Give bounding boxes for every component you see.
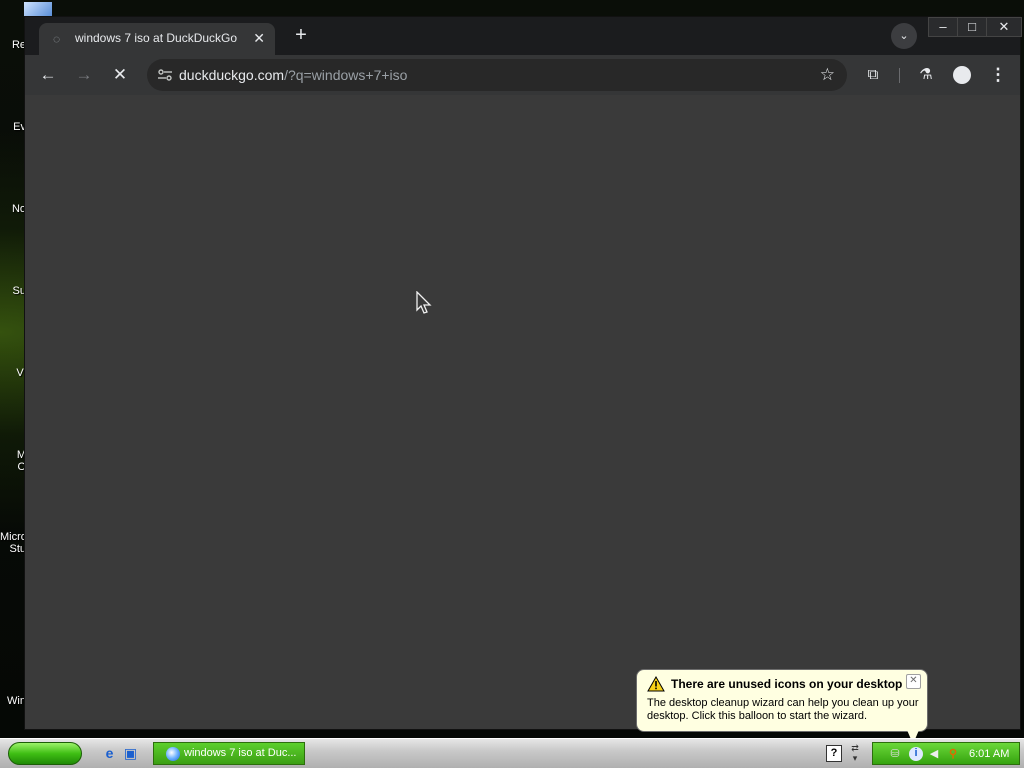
profile-avatar-icon — [953, 66, 971, 84]
address-bar[interactable]: duckduckgo.com/?q=windows+7+iso ☆ — [147, 59, 847, 91]
desktop-icon-label[interactable]: Stu — [0, 543, 26, 555]
desktop-icon-label[interactable]: Ev — [0, 121, 26, 133]
language-bar-icon[interactable]: ⇄ ▾ — [849, 743, 861, 763]
balloon-body: The desktop cleanup wizard can help you … — [647, 697, 919, 722]
tab-title: windows 7 iso at DuckDuckGo — [75, 31, 238, 45]
browser-toolbar: ← → ✕ duckduckgo.com/?q=windows+7+iso ☆ … — [25, 55, 1020, 95]
menu-kebab-icon[interactable]: ⋮ — [986, 63, 1010, 87]
internet-explorer-icon[interactable]: e — [101, 745, 118, 762]
url-host: duckduckgo.com — [179, 67, 285, 83]
close-window-button[interactable]: ✕ — [986, 17, 1022, 37]
new-tab-button[interactable]: + — [290, 25, 312, 47]
warning-icon — [647, 676, 665, 692]
labs-flask-icon[interactable]: ⚗ — [914, 63, 938, 87]
url-path: /?q=windows+7+iso — [284, 67, 408, 83]
recycle-bin-icon[interactable] — [24, 2, 52, 16]
url-text[interactable]: duckduckgo.com/?q=windows+7+iso — [179, 67, 407, 83]
show-desktop-icon[interactable]: ▣ — [122, 745, 139, 762]
help-icon[interactable]: ? — [826, 745, 842, 762]
search-icon[interactable]: ⚲ — [947, 748, 959, 760]
taskbar: e ▣ windows 7 iso at Duc... ? ⇄ ▾ ⛁ i ◀ ⚲… — [0, 738, 1024, 768]
desktop-icon-label[interactable]: Win — [0, 695, 26, 707]
page-viewport[interactable] — [25, 95, 1020, 729]
info-icon[interactable]: i — [909, 747, 923, 761]
extensions-icon[interactable]: ⧉ — [861, 63, 885, 87]
start-button[interactable] — [8, 742, 82, 765]
browser-window: ◌ windows 7 iso at DuckDuckGo ✕ + ⌄ – □ … — [24, 16, 1022, 730]
network-icon[interactable]: ⛁ — [889, 748, 901, 760]
toolbar-divider — [899, 68, 900, 83]
back-button[interactable]: ← — [36, 63, 60, 87]
balloon-close-icon[interactable]: ✕ — [906, 674, 921, 689]
maximize-button[interactable]: □ — [957, 17, 987, 37]
desktop-icon-label[interactable]: Micro — [0, 531, 26, 543]
system-tray: ⛁ i ◀ ⚲ 6:01 AM — [872, 742, 1020, 765]
bookmark-star-icon[interactable]: ☆ — [820, 64, 835, 86]
minimize-button[interactable]: – — [928, 17, 958, 37]
stop-loading-button[interactable]: ✕ — [108, 63, 132, 87]
notification-balloon[interactable]: There are unused icons on your desktop ✕… — [636, 669, 928, 744]
taskbar-window-button[interactable]: windows 7 iso at Duc... — [153, 742, 305, 765]
desktop-icon-label[interactable]: Vi — [0, 367, 26, 379]
mouse-cursor-icon — [416, 291, 432, 314]
desktop-icon-label[interactable]: Su — [0, 285, 26, 297]
tab-active[interactable]: ◌ windows 7 iso at DuckDuckGo ✕ — [39, 23, 275, 55]
desktop-icon-label[interactable]: No — [0, 203, 26, 215]
tab-close-icon[interactable]: ✕ — [253, 28, 265, 48]
site-info-icon[interactable] — [153, 64, 177, 86]
profile-button[interactable] — [950, 63, 974, 87]
desktop-icon-label[interactable]: O — [0, 461, 26, 473]
tab-strip: ◌ windows 7 iso at DuckDuckGo ✕ + ⌄ – □ … — [25, 17, 1022, 55]
taskbar-window-label: windows 7 iso at Duc... — [184, 747, 297, 759]
desktop-icon-label[interactable]: M — [0, 449, 26, 461]
tab-search-button[interactable]: ⌄ — [891, 23, 917, 49]
loading-spinner-icon: ◌ — [53, 32, 61, 46]
clock[interactable]: 6:01 AM — [969, 748, 1009, 760]
balloon-title: There are unused icons on your desktop — [671, 677, 903, 691]
desktop-icon-label[interactable]: Re — [0, 39, 26, 51]
volume-icon[interactable]: ◀ — [928, 748, 940, 760]
browser-app-icon — [166, 747, 180, 761]
forward-button[interactable]: → — [72, 63, 96, 87]
